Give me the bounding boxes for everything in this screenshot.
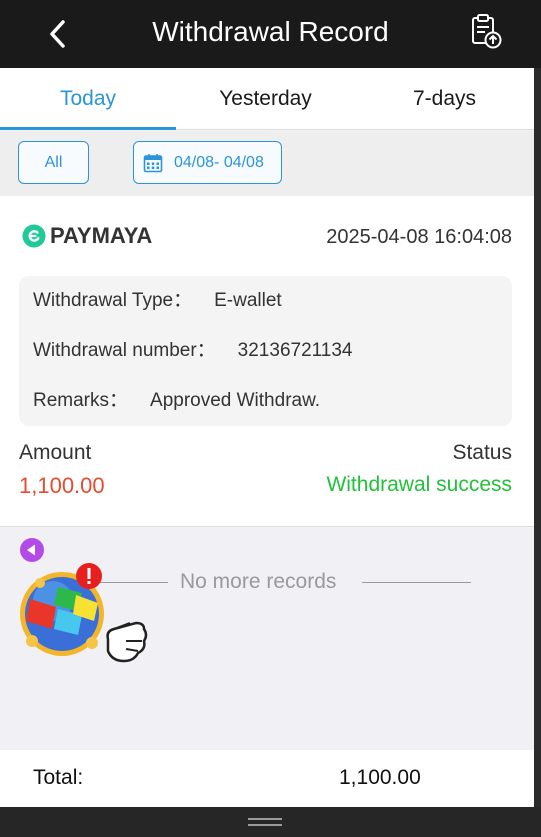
divider-line	[362, 582, 471, 583]
withdrawal-record-card: PAYMAYA 2025-04-08 16:04:08 Withdrawal T…	[0, 196, 534, 527]
date-tabs: Today Yesterday 7-days	[0, 68, 534, 130]
status-value: Withdrawal success	[326, 473, 512, 496]
detail-value: 32136721134	[237, 340, 353, 361]
detail-row-number: Withdrawal number： 32136721134	[33, 339, 353, 363]
total-value: 1,100.00	[339, 766, 421, 789]
detail-row-remarks: Remarks： Approved Withdraw.	[33, 389, 320, 413]
paymaya-logo-icon	[22, 224, 46, 248]
drag-handle[interactable]	[248, 818, 282, 827]
scrollbar-track[interactable]	[534, 68, 541, 807]
collapse-promo-button[interactable]	[19, 537, 45, 563]
export-records-button[interactable]	[466, 12, 506, 52]
detail-label: Remarks：	[33, 390, 129, 411]
detail-label: Withdrawal Type：	[33, 290, 193, 311]
app-header: Withdrawal Record	[0, 0, 541, 68]
bottom-bar	[0, 807, 541, 837]
clipboard-upload-icon	[472, 14, 502, 49]
tab-today[interactable]: Today	[0, 68, 176, 130]
active-tab-indicator	[0, 127, 176, 130]
total-label: Total:	[33, 766, 84, 789]
date-range-button[interactable]: 04/08- 04/08	[133, 141, 282, 184]
date-range-label: 04/08- 04/08	[174, 154, 264, 171]
promo-game-widget[interactable]	[18, 563, 152, 671]
detail-value: Approved Withdraw.	[150, 390, 321, 411]
calendar-icon	[143, 154, 163, 173]
amount-label: Amount	[19, 441, 92, 464]
no-more-records-text: No more records	[180, 570, 337, 593]
detail-row-type: Withdrawal Type： E-wallet	[33, 289, 282, 313]
detail-label: Withdrawal number：	[33, 340, 216, 361]
filter-all-button[interactable]: All	[18, 141, 89, 184]
tab-7-days[interactable]: 7-days	[355, 68, 534, 130]
provider-name: PAYMAYA	[50, 223, 153, 248]
tab-yesterday[interactable]: Yesterday	[176, 68, 355, 130]
page-title: Withdrawal Record	[152, 16, 389, 47]
filter-bar: All 04/08- 04/08	[0, 131, 534, 196]
record-timestamp: 2025-04-08 16:04:08	[326, 226, 512, 248]
chevron-left-icon	[20, 538, 44, 562]
detail-value: E-wallet	[214, 290, 282, 311]
game-box-icon	[20, 563, 148, 663]
amount-value: 1,100.00	[19, 473, 105, 498]
record-details-box: Withdrawal Type： E-wallet Withdrawal numb…	[19, 276, 512, 426]
status-label: Status	[452, 441, 512, 464]
total-footer: Total: 1,100.00	[0, 750, 534, 807]
